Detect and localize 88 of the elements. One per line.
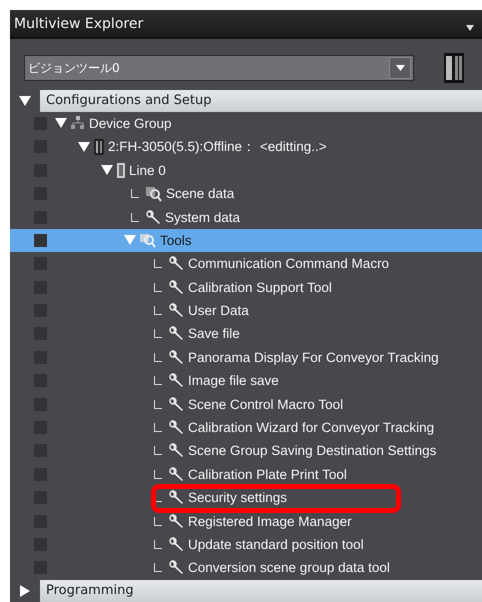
tree-connector	[131, 189, 139, 198]
tree-row[interactable]: Scene data	[10, 182, 482, 206]
tree-item-label: User Data	[188, 303, 249, 318]
wrench-icon	[169, 256, 184, 272]
tree-row[interactable]: Scene Group Saving Destination Settings	[10, 439, 482, 463]
tree-row[interactable]: Calibration Plate Print Tool	[10, 462, 482, 486]
section-header[interactable]: Programming	[40, 580, 482, 602]
tree-item-label: Panorama Display For Conveyor Tracking	[188, 350, 439, 365]
tree-row[interactable]: Line 0	[10, 158, 482, 182]
tree-row[interactable]: Registered Image Manager	[10, 509, 482, 533]
tree-row[interactable]: Tools	[10, 228, 482, 252]
wrench-icon	[169, 466, 184, 482]
wrench-icon	[169, 373, 184, 388]
expand-arrow-icon[interactable]	[19, 94, 31, 107]
magnifier-icon	[146, 186, 162, 202]
tree-connector	[154, 306, 162, 316]
tree-connector	[154, 540, 162, 549]
tree-row[interactable]: Update standard position tool	[10, 532, 482, 556]
tree-row[interactable]: Panorama Display For Conveyor Tracking	[10, 346, 482, 370]
tree-item-label: Registered Image Manager	[188, 514, 352, 529]
tree-connector	[154, 259, 162, 268]
wrench-icon	[169, 443, 184, 458]
wrench-icon	[169, 560, 184, 576]
magnifier-icon	[140, 232, 156, 248]
tree-item-label: Calibration Plate Print Tool	[188, 466, 347, 482]
tree-row[interactable]: User Data	[10, 298, 482, 322]
tree-item-label: Calibration Support Tool	[188, 280, 332, 295]
expand-arrow-icon[interactable]	[55, 117, 67, 130]
wrench-icon	[146, 210, 161, 224]
controller-icon	[94, 138, 104, 155]
expand-arrow-icon[interactable]	[101, 164, 113, 176]
wrench-icon	[169, 420, 184, 436]
tree-row[interactable]: Image file save	[10, 369, 482, 392]
device-icon[interactable]	[444, 53, 464, 84]
tree-item-label: Scene Control Macro Tool	[188, 396, 344, 412]
tree-item-label: Line 0	[129, 162, 166, 178]
tree-row[interactable]: Save file	[10, 322, 482, 346]
tree-connector	[154, 400, 162, 409]
tree-item-label: Update standard position tool	[188, 536, 364, 552]
wrench-icon	[169, 350, 184, 365]
tree-item-label: Tools	[160, 232, 192, 248]
module-icon	[117, 162, 125, 178]
expand-arrow-icon[interactable]	[19, 584, 31, 597]
tree-row[interactable]: 2:FH-3050(5.5):Offline： <editting..>	[10, 135, 482, 159]
caret-icon	[396, 65, 404, 72]
expand-arrow-icon[interactable]	[78, 140, 90, 153]
tree-item-label: Scene Group Saving Destination Settings	[188, 443, 436, 458]
tree-row[interactable]: Calibration Support Tool	[10, 275, 482, 299]
tree-row[interactable]: Scene Control Macro Tool	[10, 392, 482, 416]
tree-connector	[154, 446, 162, 456]
tree-connector	[154, 376, 162, 386]
wrench-icon	[169, 514, 184, 529]
status-square	[34, 234, 47, 247]
vision-tool-dropdown[interactable]: ビジョンツール0	[24, 55, 414, 82]
tree-row[interactable]: Security settings	[10, 486, 482, 510]
tree-item-label: System data	[165, 210, 240, 224]
tree-connector	[154, 423, 162, 432]
tree-item-label: Calibration Wizard for Conveyor Tracking	[188, 420, 434, 436]
panel-title: Multiview Explorer	[14, 16, 144, 32]
tree-connector	[154, 329, 162, 338]
tree-connector	[131, 212, 139, 222]
tree-connector	[154, 516, 162, 526]
tree-connector	[154, 282, 162, 292]
tree-item-label: Scene data	[166, 186, 234, 202]
wrench-icon	[169, 396, 184, 412]
wrench-icon	[169, 490, 184, 506]
tree-item-label: Save file	[188, 326, 240, 342]
tree-row[interactable]: Device Group	[10, 112, 482, 136]
wrench-icon	[169, 280, 184, 295]
tree-item-label: Conversion scene group data tool	[188, 560, 390, 576]
tree-row[interactable]: Communication Command Macro	[10, 252, 482, 276]
tree-row[interactable]: Conversion scene group data tool	[10, 556, 482, 580]
tree-connector	[154, 470, 162, 479]
section-header[interactable]: Configurations and Setup	[40, 90, 482, 112]
wrench-icon	[169, 536, 184, 552]
tree-item-label: Image file save	[188, 373, 279, 388]
tree-connector	[154, 352, 162, 362]
wrench-icon	[169, 326, 184, 342]
wrench-icon	[169, 303, 184, 318]
tree-item-label: Communication Command Macro	[188, 256, 390, 272]
tree-row[interactable]: System data	[10, 205, 482, 229]
tree-row[interactable]: Calibration Wizard for Conveyor Tracking	[10, 416, 482, 440]
tree-item-label: Security settings	[188, 490, 288, 506]
tree-item-label: Device Group	[89, 116, 172, 131]
caret-icon[interactable]	[466, 24, 474, 31]
tree-connector	[154, 563, 162, 572]
network-icon	[71, 116, 85, 130]
tree-item-label: 2:FH-3050(5.5):Offline： <editting..>	[108, 138, 327, 156]
